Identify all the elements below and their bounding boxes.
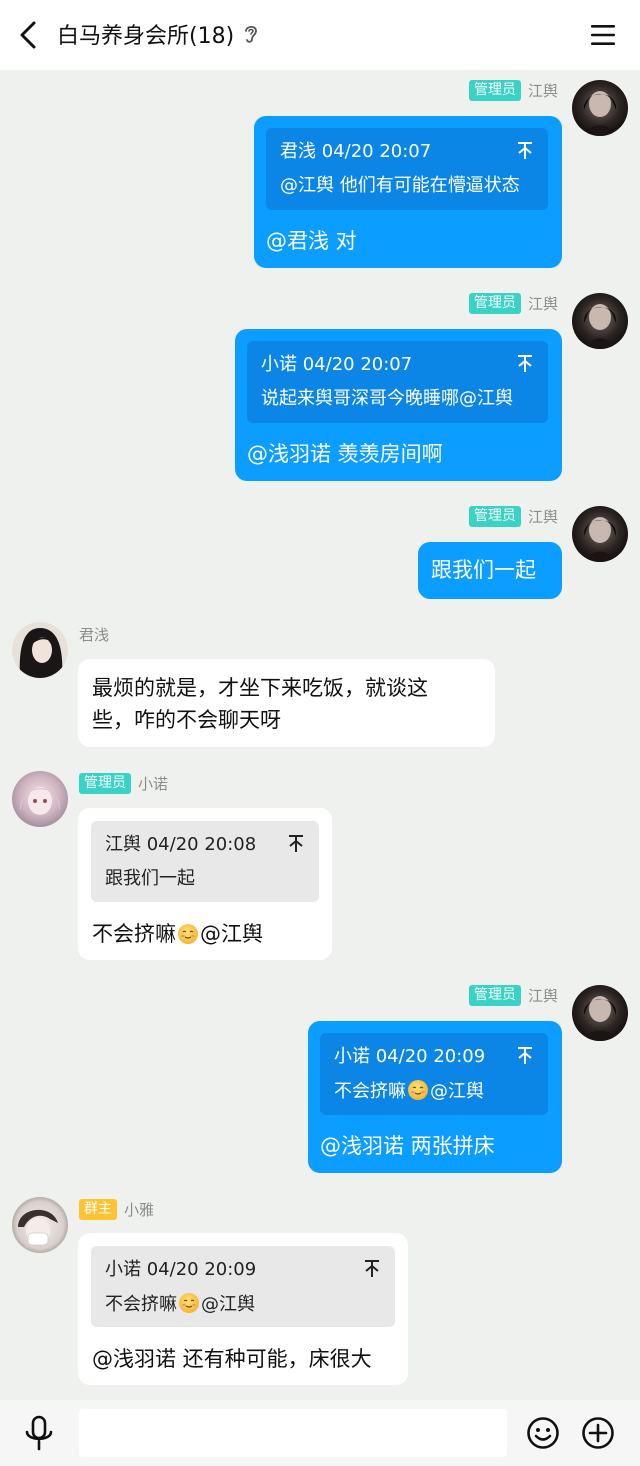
message-text: @浅羽诺 羡羡房间啊 bbox=[247, 442, 443, 466]
sender-name: 君浅 bbox=[79, 626, 110, 644]
pin-top-icon[interactable] bbox=[363, 1258, 381, 1280]
plus-circle-icon[interactable] bbox=[581, 1416, 615, 1450]
quote-text: 跟我们一起 bbox=[105, 868, 195, 889]
message-text: @浅羽诺 还有种可能，床很大 bbox=[92, 1347, 372, 1371]
quote-header: 小诺 04/20 20:09 bbox=[334, 1046, 486, 1067]
avatar[interactable] bbox=[12, 622, 68, 678]
chat-header: 白马养身会所(18) bbox=[0, 0, 640, 70]
quoted-message[interactable]: 君浅 04/20 20:07 @江舆 他们有可能在懵逼状态 bbox=[266, 128, 548, 210]
message-text-line: 些，咋的不会聊天呀 bbox=[92, 708, 281, 732]
pin-top-icon[interactable] bbox=[516, 353, 534, 375]
quote-text-after: @江舆 bbox=[430, 1081, 484, 1102]
message-bubble[interactable]: 小诺 04/20 20:07 说起来舆哥深哥今晚睡哪@江舆 @浅羽诺 羡羡房间啊 bbox=[235, 329, 562, 481]
shy-smile-emoji-icon bbox=[408, 1080, 428, 1100]
sender-name: 江舆 bbox=[527, 82, 558, 100]
quote-text: 不会挤嘛 @江舆 bbox=[105, 1292, 381, 1317]
sender-name: 江舆 bbox=[527, 987, 558, 1005]
quoted-message[interactable]: 小诺 04/20 20:09 不会挤嘛 @江舆 bbox=[91, 1246, 395, 1327]
message-text-line: 最烦的就是，才坐下来吃饭，就谈这 bbox=[92, 676, 428, 700]
quote-text: 说起来舆哥深哥今晚睡哪@江舆 bbox=[261, 388, 513, 409]
hamburger-menu-icon[interactable] bbox=[590, 22, 616, 48]
quote-header: 小诺 04/20 20:09 bbox=[105, 1259, 257, 1280]
message-meta: 管理员 小诺 bbox=[79, 773, 168, 794]
sender-name: 江舆 bbox=[527, 508, 558, 526]
admin-badge: 管理员 bbox=[468, 80, 521, 101]
message-meta: 群主 小雅 bbox=[79, 1199, 154, 1220]
avatar[interactable] bbox=[572, 985, 628, 1041]
avatar[interactable] bbox=[12, 1197, 68, 1253]
message-meta: 管理员 江舆 bbox=[380, 985, 558, 1006]
sender-name: 江舆 bbox=[527, 295, 558, 313]
quote-text-after: @江舆 bbox=[201, 1294, 255, 1315]
admin-badge: 管理员 bbox=[468, 293, 521, 314]
quote-text: 不会挤嘛 @江舆 bbox=[334, 1079, 534, 1104]
admin-badge: 管理员 bbox=[79, 773, 131, 794]
message-text: @君浅 对 bbox=[266, 229, 357, 253]
admin-badge: 管理员 bbox=[468, 506, 521, 527]
smiley-icon[interactable] bbox=[526, 1416, 560, 1450]
avatar[interactable] bbox=[572, 293, 628, 349]
quoted-message[interactable]: 江舆 04/20 20:08 跟我们一起 bbox=[91, 821, 319, 902]
message-bubble[interactable]: 小诺 04/20 20:09 不会挤嘛 @江舆 @浅羽诺 还有种可能，床很大 bbox=[78, 1233, 408, 1385]
chat-title-group[interactable]: 白马养身会所(18) bbox=[57, 18, 260, 50]
message-bubble[interactable]: 小诺 04/20 20:09 不会挤嘛 @江舆 @浅羽诺 两张拼床 bbox=[308, 1021, 562, 1173]
quote-header: 君浅 04/20 20:07 bbox=[280, 141, 432, 162]
back-icon[interactable] bbox=[14, 19, 44, 51]
quote-text-before: 不会挤嘛 bbox=[105, 1294, 177, 1315]
microphone-icon[interactable] bbox=[22, 1414, 56, 1452]
page-title: 白马养身会所(18) bbox=[57, 24, 235, 49]
sender-name: 小雅 bbox=[124, 1201, 155, 1219]
shy-smile-emoji-icon bbox=[179, 1293, 199, 1313]
message-text: @浅羽诺 两张拼床 bbox=[320, 1134, 495, 1158]
message-bubble[interactable]: 君浅 04/20 20:07 @江舆 他们有可能在懵逼状态 @君浅 对 bbox=[254, 116, 562, 268]
message-bubble[interactable]: 江舆 04/20 20:08 跟我们一起 不会挤嘛 @江舆 bbox=[78, 808, 332, 960]
message-text-before: 不会挤嘛 bbox=[92, 922, 176, 946]
shy-smile-emoji-icon bbox=[178, 924, 198, 944]
quote-header: 小诺 04/20 20:07 bbox=[261, 354, 413, 375]
ear-icon bbox=[245, 25, 258, 43]
quoted-message[interactable]: 小诺 04/20 20:09 不会挤嘛 @江舆 bbox=[320, 1033, 548, 1115]
avatar[interactable] bbox=[572, 506, 628, 562]
message-meta: 管理员 江舆 bbox=[380, 506, 558, 527]
message-text: 跟我们一起 bbox=[431, 558, 536, 582]
pin-top-icon[interactable] bbox=[287, 833, 305, 855]
admin-badge: 管理员 bbox=[468, 985, 521, 1006]
message-meta: 管理员 江舆 bbox=[380, 80, 558, 101]
message-text-after: @江舆 bbox=[200, 922, 263, 946]
message-meta: 管理员 江舆 bbox=[380, 293, 558, 314]
quote-header: 江舆 04/20 20:08 bbox=[105, 834, 257, 855]
quote-text-before: 不会挤嘛 bbox=[334, 1081, 406, 1102]
message-text: 不会挤嘛 @江舆 bbox=[92, 919, 263, 949]
avatar[interactable] bbox=[12, 771, 68, 827]
pin-top-icon[interactable] bbox=[516, 1045, 534, 1067]
quote-text: @江舆 他们有可能在懵逼状态 bbox=[280, 175, 520, 196]
message-input[interactable] bbox=[79, 1409, 507, 1457]
sender-name: 小诺 bbox=[138, 775, 169, 793]
quoted-message[interactable]: 小诺 04/20 20:07 说起来舆哥深哥今晚睡哪@江舆 bbox=[247, 341, 548, 423]
pin-top-icon[interactable] bbox=[516, 140, 534, 162]
message-bubble[interactable]: 最烦的就是，才坐下来吃饭，就谈这 些，咋的不会聊天呀 bbox=[78, 659, 495, 747]
owner-badge: 群主 bbox=[79, 1199, 117, 1220]
message-meta: 君浅 bbox=[79, 624, 109, 645]
avatar[interactable] bbox=[572, 80, 628, 136]
input-bar bbox=[0, 1400, 640, 1466]
message-bubble[interactable]: 跟我们一起 bbox=[418, 542, 562, 599]
